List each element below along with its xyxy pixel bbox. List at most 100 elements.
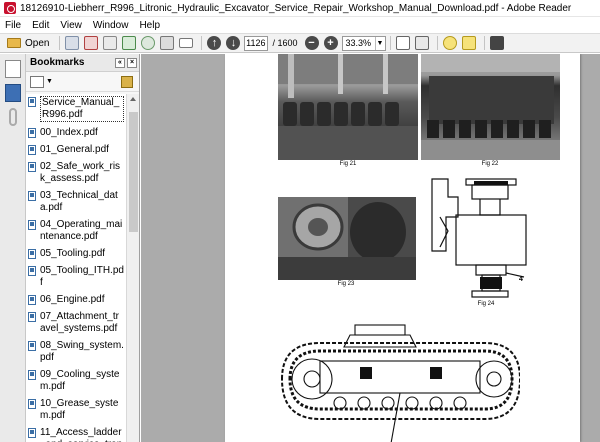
bookmark-icon[interactable]: [4, 84, 21, 102]
main-toolbar: Open ↑ ↓ 1126 / 1600 − + 33.3% ▼: [0, 33, 600, 53]
window-title: 18126910-Liebherr_R996_Litronic_Hydrauli…: [20, 2, 572, 14]
zoom-out-button[interactable]: −: [304, 35, 320, 51]
figure-21-caption: Fig 21: [339, 161, 357, 167]
bookmark-item[interactable]: Service_Manual_R996.pdf: [26, 94, 126, 125]
bookmark-label: 05_Tooling_ITH.pdf: [40, 265, 124, 288]
delete-bookmark-icon[interactable]: [121, 75, 133, 88]
bookmark-item[interactable]: 03_Technical_data.pdf: [26, 188, 126, 217]
pdf-file-icon: [28, 399, 36, 409]
full-screen-button[interactable]: [489, 35, 505, 51]
pdf-file-icon: [28, 162, 36, 172]
bookmark-item[interactable]: 11_Access_ladder_and_service_tran: [26, 425, 126, 442]
create-pdf-icon: [65, 36, 80, 50]
pdf-file-icon: [28, 341, 36, 351]
pdf-file-icon: [28, 370, 36, 380]
figure-22-caption: Fig 22: [481, 161, 499, 167]
expand-icon: [489, 36, 504, 50]
bookmark-label: Service_Manual_R996.pdf: [40, 96, 124, 122]
chevron-down-icon[interactable]: ▼: [46, 78, 53, 85]
bookmark-label: 07_Attachment_travel_systems.pdf: [40, 311, 119, 334]
zoom-value: 33.3%: [345, 38, 372, 48]
sign-button[interactable]: [121, 35, 137, 51]
attachment-icon[interactable]: [8, 108, 17, 126]
title-bar: 18126910-Liebherr_R996_Litronic_Hydrauli…: [0, 0, 600, 17]
document-viewer: Fig 21 Fig 22 Fig 23 4 Fig 24: [141, 54, 600, 442]
toolbar-separator: [483, 36, 485, 50]
bookmark-item[interactable]: 04_Operating_maintenance.pdf: [26, 217, 126, 246]
track-chain-illustration: [421, 54, 560, 160]
edit-pdf-icon: [103, 36, 118, 50]
fit-page-icon: [395, 36, 410, 50]
highlight-button[interactable]: [461, 35, 477, 51]
page-thumbnails-icon[interactable]: [4, 60, 21, 78]
next-page-button[interactable]: ↓: [225, 35, 241, 51]
pdf-file-icon: [28, 428, 36, 438]
menu-view[interactable]: View: [59, 20, 83, 31]
cloud-upload-icon: [141, 36, 156, 50]
bookmarks-toolbar: ▼: [26, 72, 139, 92]
toolbar-separator: [436, 36, 438, 50]
bookmark-options-icon[interactable]: [30, 75, 44, 88]
arrow-up-icon: ↑: [207, 36, 222, 50]
edit-pdf-button[interactable]: [102, 35, 118, 51]
figure-24-callout: 4: [519, 276, 523, 283]
pdf-file-icon: [28, 312, 36, 322]
menu-edit[interactable]: Edit: [31, 20, 50, 31]
close-panel-icon[interactable]: ×: [127, 57, 137, 68]
open-button[interactable]: Open: [4, 35, 52, 51]
bookmark-item[interactable]: 08_Swing_system.pdf: [26, 338, 126, 367]
fit-page-button[interactable]: [395, 35, 411, 51]
bookmark-item[interactable]: 10_Grease_system.pdf: [26, 396, 126, 425]
page-number-input[interactable]: 1126: [244, 35, 269, 51]
menu-file[interactable]: File: [4, 20, 22, 31]
menu-help[interactable]: Help: [138, 20, 161, 31]
print-button[interactable]: [159, 35, 175, 51]
pdf-file-icon: [28, 249, 36, 259]
roller-closeup-illustration: [278, 197, 416, 280]
pdf-file-icon: [28, 145, 36, 155]
export-pdf-button[interactable]: [83, 35, 99, 51]
export-pdf-icon: [84, 36, 99, 50]
upload-button[interactable]: [140, 35, 156, 51]
print-icon: [160, 36, 175, 50]
bookmark-label: 09_Cooling_system.pdf: [40, 369, 120, 392]
bookmark-label: 05_Tooling.pdf: [40, 248, 106, 259]
create-pdf-button[interactable]: [64, 35, 80, 51]
zoom-select[interactable]: 33.3% ▼: [341, 35, 386, 51]
bookmark-label: 06_Engine.pdf: [40, 294, 105, 305]
bookmark-label: 01_General.pdf: [40, 144, 109, 155]
toolbar-separator: [201, 36, 203, 50]
bookmark-label: 02_Safe_work_risk_assess.pdf: [40, 161, 121, 184]
fit-width-button[interactable]: [414, 35, 430, 51]
toolbar-separator: [389, 36, 391, 50]
zoom-in-button[interactable]: +: [323, 35, 339, 51]
menu-window[interactable]: Window: [92, 20, 130, 31]
bookmark-item[interactable]: 07_Attachment_travel_systems.pdf: [26, 309, 126, 338]
figure-22-photo: [421, 54, 560, 160]
collapse-panel-icon[interactable]: «: [115, 57, 125, 68]
scroll-up-icon[interactable]: [130, 97, 136, 101]
comment-button[interactable]: [442, 35, 458, 51]
bookmark-item[interactable]: 05_Tooling_ITH.pdf: [26, 263, 126, 292]
adobe-reader-icon: [4, 2, 16, 14]
menu-bar: File Edit View Window Help: [0, 17, 600, 33]
scrollbar-thumb[interactable]: [129, 112, 138, 232]
bookmark-item[interactable]: 02_Safe_work_risk_assess.pdf: [26, 159, 126, 188]
bookmark-item[interactable]: 09_Cooling_system.pdf: [26, 367, 126, 396]
highlight-icon: [461, 36, 476, 50]
sign-icon: [122, 36, 137, 50]
bookmarks-scrollbar[interactable]: [126, 94, 139, 442]
email-button[interactable]: [178, 35, 194, 51]
comment-icon: [442, 36, 457, 50]
bookmark-item[interactable]: 06_Engine.pdf: [26, 292, 126, 309]
bookmark-label: 08_Swing_system.pdf: [40, 340, 124, 363]
figure-24-caption: Fig 24: [477, 301, 495, 307]
bookmarks-header: Bookmarks « ×: [26, 54, 139, 72]
email-icon: [179, 38, 194, 48]
bookmark-label: 03_Technical_data.pdf: [40, 190, 118, 213]
bookmark-item[interactable]: 05_Tooling.pdf: [26, 246, 126, 263]
previous-page-button[interactable]: ↑: [206, 35, 222, 51]
bookmark-item[interactable]: 01_General.pdf: [26, 142, 126, 159]
bookmark-item[interactable]: 00_Index.pdf: [26, 125, 126, 142]
pdf-file-icon: [28, 191, 36, 201]
